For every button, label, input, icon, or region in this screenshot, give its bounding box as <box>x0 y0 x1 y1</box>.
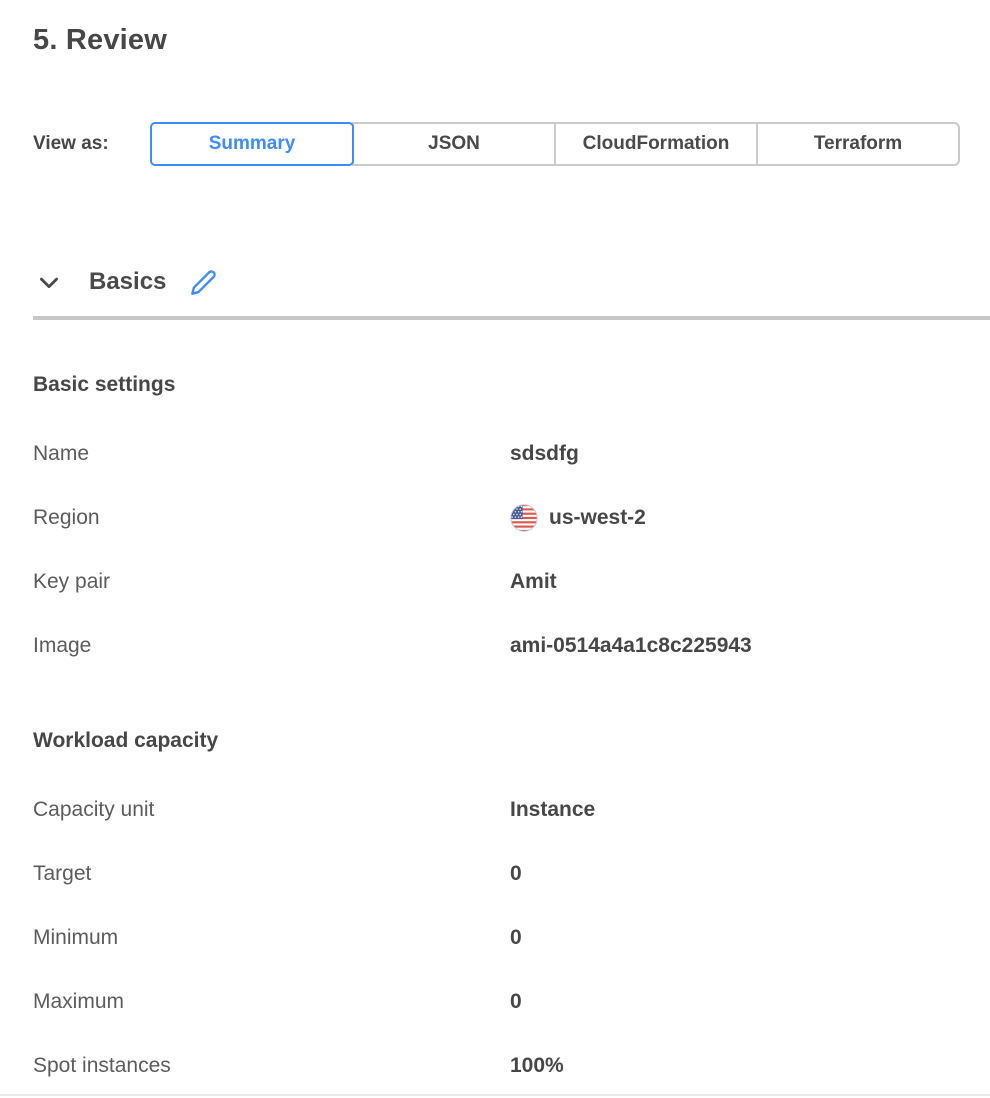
row-label: Minimum <box>33 926 510 950</box>
row-image: Image ami-0514a4a1c8c225943 <box>33 614 963 678</box>
row-capacity-unit: Capacity unit Instance <box>33 778 963 842</box>
basics-divider <box>33 316 990 320</box>
row-value: us-west-2 <box>510 504 646 532</box>
row-value: Instance <box>510 798 595 822</box>
row-value: 0 <box>510 990 522 1014</box>
us-flag-icon <box>510 504 538 532</box>
row-key-pair: Key pair Amit <box>33 550 963 614</box>
row-label: Capacity unit <box>33 798 510 822</box>
review-step-page: 5. Review View as: Summary JSON CloudFor… <box>0 0 990 1098</box>
basic-settings-rows: Name sdsdfg Region <box>33 422 963 678</box>
chevron-down-icon <box>35 268 63 296</box>
row-label: Image <box>33 634 510 658</box>
pencil-icon <box>190 269 217 296</box>
basics-section-header: Basics <box>33 266 963 298</box>
tab-summary[interactable]: Summary <box>150 122 354 166</box>
page-title: 5. Review <box>33 0 963 58</box>
row-minimum: Minimum 0 <box>33 906 963 970</box>
view-as-segmented-control: Summary JSON CloudFormation Terraform <box>150 122 960 166</box>
workload-capacity-rows: Capacity unit Instance Target 0 Minimum … <box>33 778 963 1098</box>
row-name: Name sdsdfg <box>33 422 963 486</box>
tab-json[interactable]: JSON <box>352 122 556 166</box>
tab-cloudformation[interactable]: CloudFormation <box>554 122 758 166</box>
view-as-label: View as: <box>33 133 150 155</box>
region-value-text: us-west-2 <box>549 506 646 530</box>
row-value: 100% <box>510 1054 564 1078</box>
row-value: 0 <box>510 862 522 886</box>
row-value: ami-0514a4a1c8c225943 <box>510 634 752 658</box>
collapse-toggle-button[interactable] <box>35 268 63 296</box>
view-as-row: View as: Summary JSON CloudFormation Ter… <box>33 122 963 166</box>
row-spot-instances: Spot instances 100% <box>33 1034 963 1098</box>
basics-section-title: Basics <box>89 268 166 296</box>
row-maximum: Maximum 0 <box>33 970 963 1034</box>
row-label: Target <box>33 862 510 886</box>
row-region: Region <box>33 486 963 550</box>
row-label: Spot instances <box>33 1054 510 1078</box>
row-label: Maximum <box>33 990 510 1014</box>
row-value: 0 <box>510 926 522 950</box>
workload-capacity-heading: Workload capacity <box>33 728 963 754</box>
row-label: Key pair <box>33 570 510 594</box>
row-label: Region <box>33 506 510 530</box>
row-value: sdsdfg <box>510 442 579 466</box>
bottom-divider <box>0 1094 990 1096</box>
tab-terraform[interactable]: Terraform <box>756 122 960 166</box>
row-label: Name <box>33 442 510 466</box>
row-value: Amit <box>510 570 557 594</box>
row-target: Target 0 <box>33 842 963 906</box>
edit-basics-button[interactable] <box>190 269 217 296</box>
basic-settings-heading: Basic settings <box>33 372 963 398</box>
